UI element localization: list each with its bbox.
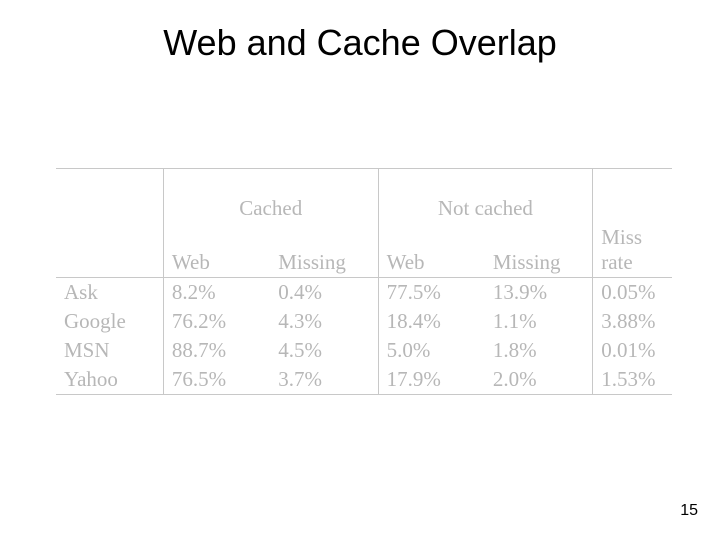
page-number: 15: [680, 502, 698, 520]
slide: Web and Cache Overlap Cached Not cached …: [0, 0, 720, 540]
header-nc-missing: Missing: [485, 223, 593, 278]
cell-cached-missing: 0.4%: [270, 278, 378, 308]
cell-engine: Google: [56, 307, 163, 336]
header-cached-missing: Missing: [270, 223, 378, 278]
cell-engine: Yahoo: [56, 365, 163, 395]
cell-nc-missing: 13.9%: [485, 278, 593, 308]
cell-miss-rate: 0.05%: [593, 278, 672, 308]
cell-cached-web: 76.2%: [163, 307, 270, 336]
table-row: MSN 88.7% 4.5% 5.0% 1.8% 0.01%: [56, 336, 672, 365]
slide-title: Web and Cache Overlap: [0, 22, 720, 64]
cell-nc-missing: 2.0%: [485, 365, 593, 395]
header-engine: [56, 223, 163, 278]
table-group-header-row: Cached Not cached Miss rate: [56, 169, 672, 224]
cell-engine: Ask: [56, 278, 163, 308]
cell-cached-web: 8.2%: [163, 278, 270, 308]
table-sub-header-row: Web Missing Web Missing Miss rate: [56, 223, 672, 278]
header-cached: Cached: [163, 169, 378, 224]
table-row: Ask 8.2% 0.4% 77.5% 13.9% 0.05%: [56, 278, 672, 308]
cell-nc-web: 77.5%: [378, 278, 485, 308]
header-nc-web: Web: [378, 223, 485, 278]
cell-miss-rate: 0.01%: [593, 336, 672, 365]
cell-nc-web: 17.9%: [378, 365, 485, 395]
cell-miss-rate: 3.88%: [593, 307, 672, 336]
cell-cached-missing: 3.7%: [270, 365, 378, 395]
cell-cached-missing: 4.5%: [270, 336, 378, 365]
cell-engine: MSN: [56, 336, 163, 365]
cell-nc-web: 5.0%: [378, 336, 485, 365]
cell-nc-missing: 1.1%: [485, 307, 593, 336]
header-miss-rate: Miss rate: [593, 223, 672, 278]
cell-miss-rate: 1.53%: [593, 365, 672, 395]
cell-cached-missing: 4.3%: [270, 307, 378, 336]
table-row: Google 76.2% 4.3% 18.4% 1.1% 3.88%: [56, 307, 672, 336]
header-cached-web: Web: [163, 223, 270, 278]
table-row: Yahoo 76.5% 3.7% 17.9% 2.0% 1.53%: [56, 365, 672, 395]
header-blank: [56, 169, 163, 224]
header-not-cached: Not cached: [378, 169, 593, 224]
cell-nc-web: 18.4%: [378, 307, 485, 336]
data-table: Cached Not cached Miss rate Web Missing …: [56, 168, 672, 395]
cell-nc-missing: 1.8%: [485, 336, 593, 365]
cell-cached-web: 76.5%: [163, 365, 270, 395]
cell-cached-web: 88.7%: [163, 336, 270, 365]
